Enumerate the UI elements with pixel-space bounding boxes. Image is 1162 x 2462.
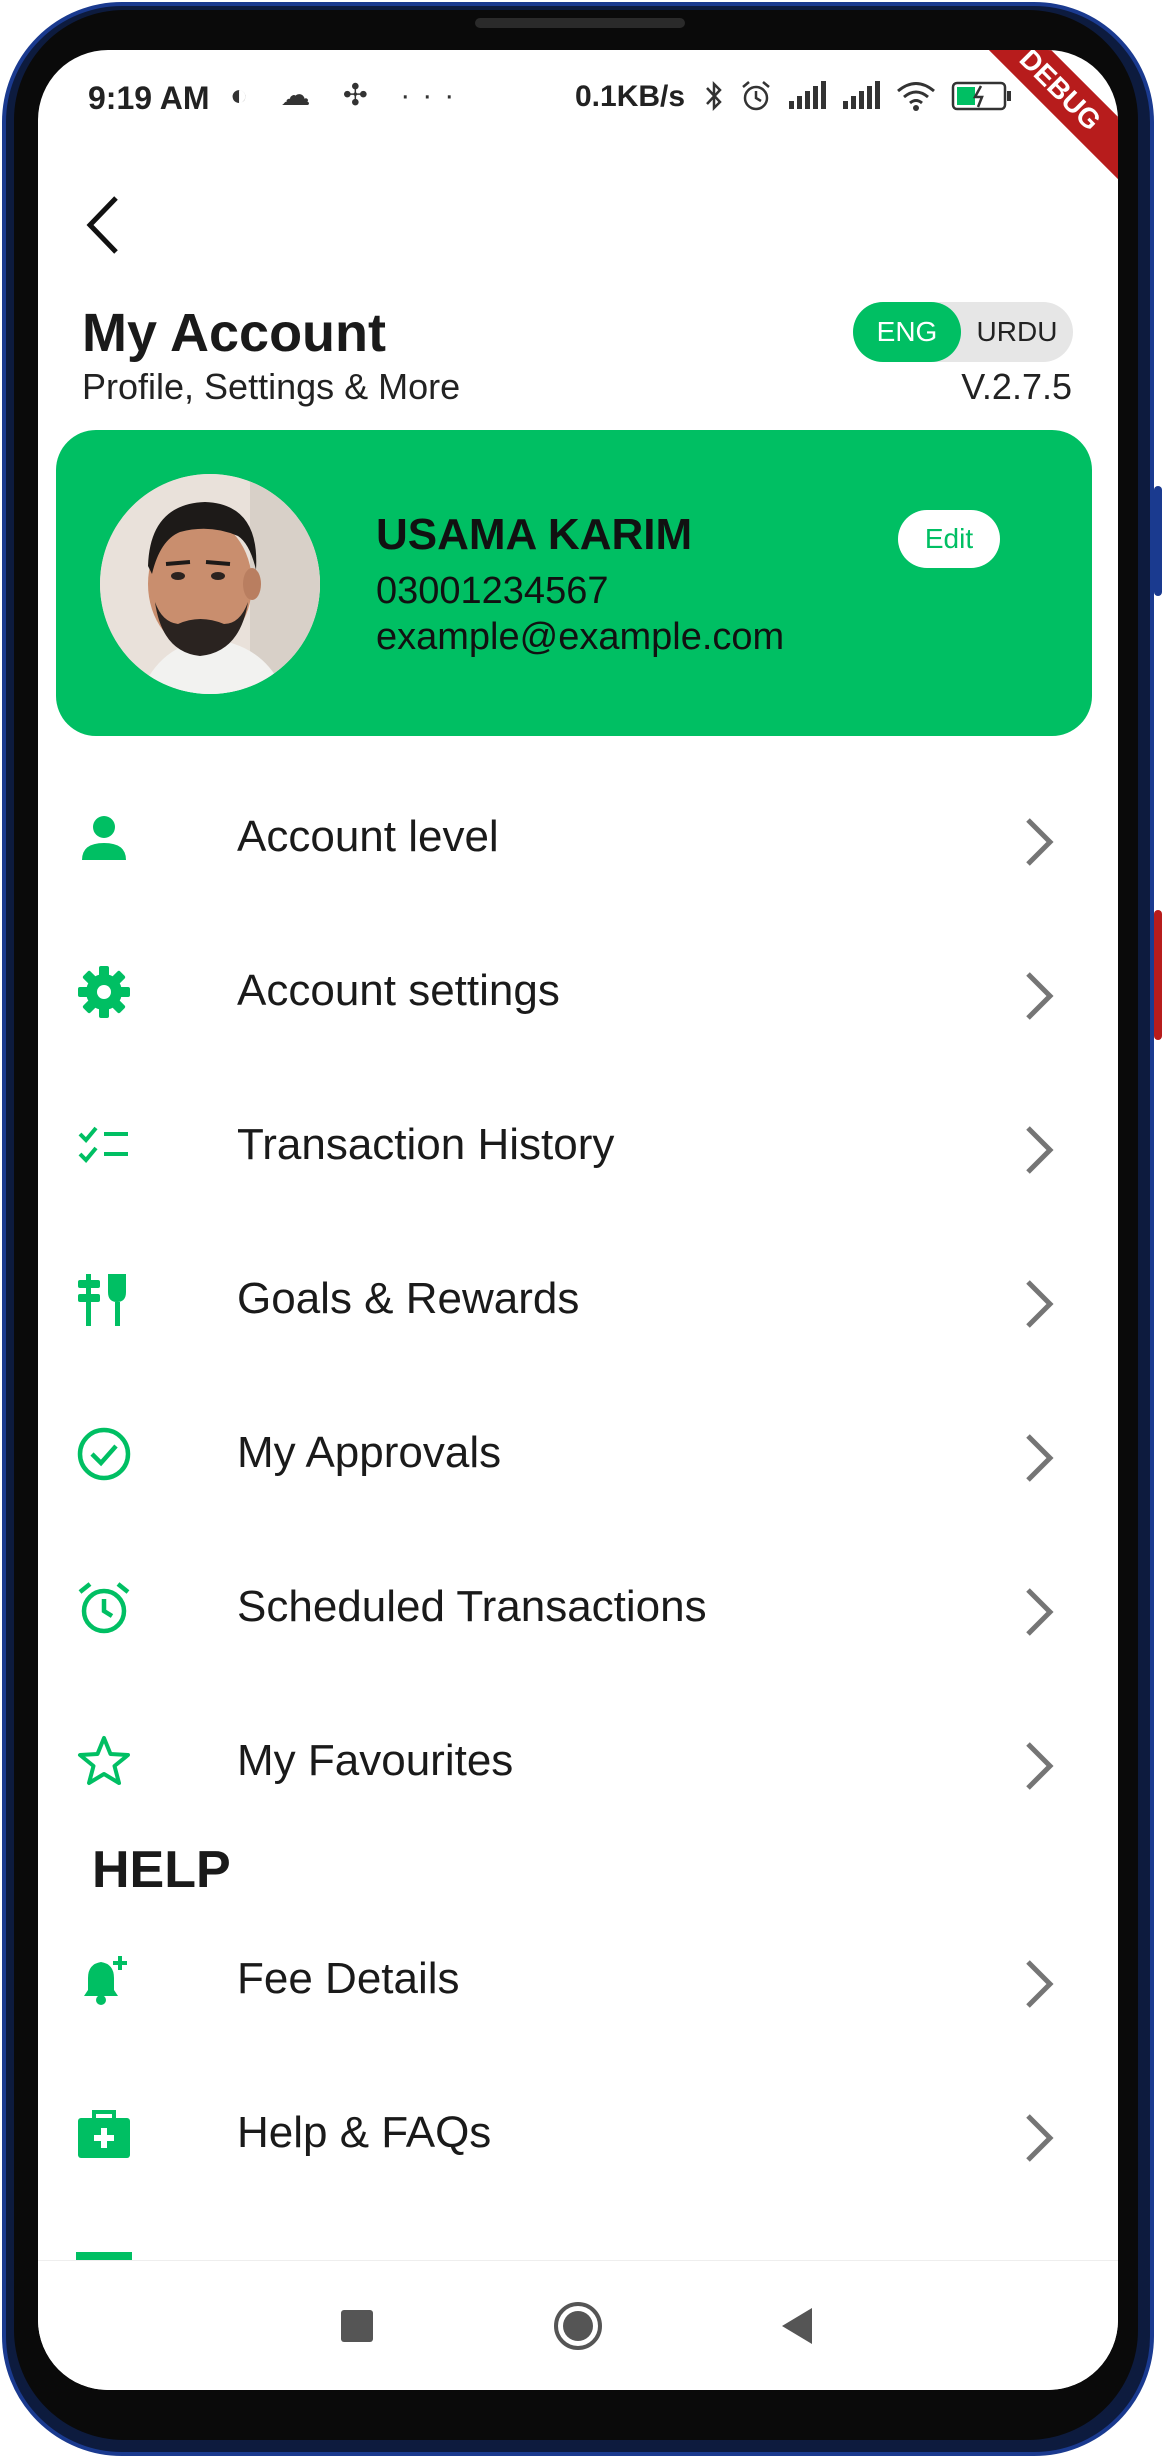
next-menu-icon-peek [76, 2252, 132, 2260]
system-nav-bar [38, 2260, 1118, 2390]
debug-banner: DEBUG [959, 50, 1118, 191]
chevron-right-icon [1026, 1280, 1054, 1328]
menu-item-fee-details[interactable]: Fee Details [38, 1904, 1118, 2054]
app-screen: 9:19 AM ◐ ☁ ✣ ··· 0.1KB/s DEBUG My Accou… [38, 50, 1118, 2390]
volume-button [1154, 486, 1162, 596]
chevron-right-icon [1026, 818, 1054, 866]
alarm-status-icon [742, 81, 770, 111]
profile-phone: 03001234567 [376, 570, 609, 612]
lang-option-eng[interactable]: ENG [853, 302, 961, 362]
bluetooth-icon [706, 80, 722, 112]
menu-item-label: Scheduled Transactions [237, 1582, 707, 1631]
chevron-right-icon [1026, 2114, 1054, 2162]
goals-icon [78, 1274, 126, 1326]
status-bar: 9:19 AM ◐ ☁ ✣ ··· 0.1KB/s DEBUG [38, 50, 1118, 191]
system-icons [703, 76, 1013, 116]
help-section-title: HELP [92, 1841, 231, 1899]
wifi-icon [897, 82, 935, 111]
menu-item-label: Account settings [237, 966, 560, 1015]
menu-item-scheduled-transactions[interactable]: Scheduled Transactions [38, 1532, 1118, 1682]
chevron-right-icon [1026, 1960, 1054, 2008]
power-button [1154, 910, 1162, 1040]
profile-email: example@example.com [376, 616, 785, 658]
signal-icon [789, 81, 826, 109]
page-title: My Account [82, 303, 387, 363]
menu-item-label: Account level [237, 812, 499, 861]
chevron-right-icon [1026, 1742, 1054, 1790]
notification-icons: ◐ ☁ ✣ ··· [230, 79, 467, 112]
lang-option-urdu[interactable]: URDU [961, 302, 1073, 362]
menu-item-label: Goals & Rewards [237, 1274, 580, 1323]
menu-item-goals-rewards[interactable]: Goals & Rewards [38, 1224, 1118, 1374]
network-speed: 0.1KB/s [575, 80, 686, 113]
signal-icon-2 [843, 81, 880, 109]
menu-item-transaction-history[interactable]: Transaction History [38, 1070, 1118, 1220]
menu-item-account-level[interactable]: Account level [38, 762, 1118, 912]
home-button[interactable] [543, 2291, 613, 2361]
language-toggle[interactable]: ENG URDU [853, 302, 1073, 362]
chevron-right-icon [1026, 972, 1054, 1020]
medkit-icon [78, 2110, 130, 2158]
menu-item-label: My Favourites [237, 1736, 514, 1785]
avatar-portrait [100, 474, 320, 694]
recents-button[interactable] [322, 2291, 392, 2361]
avatar [100, 474, 320, 694]
menu-item-help-faqs[interactable]: Help & FAQs [38, 2058, 1118, 2208]
bell-plus-icon [84, 1956, 127, 2005]
person-icon [82, 816, 126, 860]
back-button[interactable] [78, 190, 138, 260]
alarm-icon [78, 1582, 130, 1634]
status-time: 9:19 AM [88, 80, 210, 116]
menu-item-my-favourites[interactable]: My Favourites [38, 1686, 1118, 1836]
menu-item-account-settings[interactable]: Account settings [38, 916, 1118, 1066]
speaker-grill [475, 18, 685, 28]
page-subtitle: Profile, Settings & More [82, 366, 461, 407]
back-arrow-icon [86, 196, 118, 254]
menu-item-label: Help & FAQs [237, 2108, 492, 2157]
menu-item-label: My Approvals [237, 1428, 502, 1477]
edit-profile-button[interactable]: Edit [898, 510, 1000, 568]
chevron-right-icon [1026, 1126, 1054, 1174]
battery-icon [951, 81, 1011, 111]
checklist-icon [78, 1126, 128, 1163]
menu-item-label: Transaction History [237, 1120, 615, 1169]
check-circle-icon [77, 1427, 131, 1481]
app-version: V.2.7.5 [961, 366, 1072, 407]
phone-device: 9:19 AM ◐ ☁ ✣ ··· 0.1KB/s DEBUG My Accou… [0, 0, 1162, 2462]
profile-card: USAMA KARIM 03001234567 example@example.… [56, 430, 1092, 736]
back-nav-button[interactable] [764, 2291, 834, 2361]
gear-icon [78, 966, 130, 1018]
profile-name: USAMA KARIM [376, 510, 693, 559]
menu-item-my-approvals[interactable]: My Approvals [38, 1378, 1118, 1528]
chevron-right-icon [1026, 1434, 1054, 1482]
chevron-right-icon [1026, 1588, 1054, 1636]
star-icon [78, 1736, 130, 1785]
menu-item-label: Fee Details [237, 1954, 460, 2003]
